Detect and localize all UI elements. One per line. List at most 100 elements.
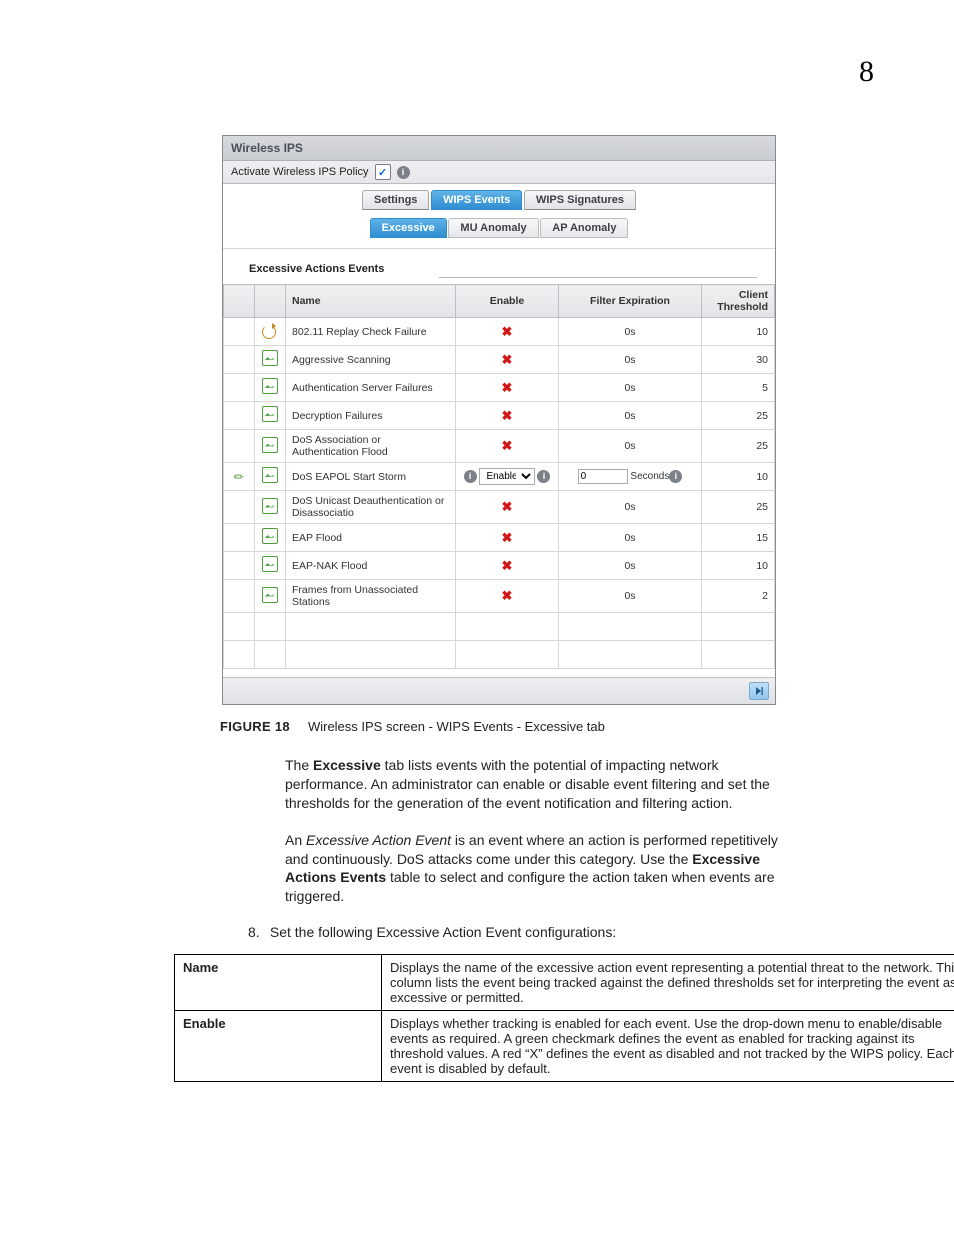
figure-label: FIGURE 18: [220, 719, 290, 734]
row-icon-cell: [255, 491, 286, 524]
chart-icon: [262, 556, 278, 572]
col-filter[interactable]: Filter Expiration: [559, 285, 702, 318]
filter-cell: 0s: [559, 346, 702, 374]
subtab-ap-anomaly[interactable]: AP Anomaly: [540, 218, 628, 238]
col-icon: [255, 285, 286, 318]
activate-label: Activate Wireless IPS Policy: [231, 166, 369, 178]
tab-wips-events[interactable]: WIPS Events: [431, 190, 522, 210]
row-edit-cell: [224, 491, 255, 524]
row-edit-cell: [224, 580, 255, 613]
enable-cell: ✖: [456, 552, 559, 580]
description-table: Name Displays the name of the excessive …: [174, 954, 954, 1082]
col-enable[interactable]: Enable: [456, 285, 559, 318]
tab-wips-signatures[interactable]: WIPS Signatures: [524, 190, 636, 210]
table-row[interactable]: EAP Flood✖0s15: [224, 524, 775, 552]
chart-icon: [262, 528, 278, 544]
enable-cell: ✖: [456, 580, 559, 613]
info-icon[interactable]: i: [397, 166, 410, 179]
wireless-ips-screenshot: Wireless IPS Activate Wireless IPS Polic…: [222, 135, 776, 705]
col-client-threshold[interactable]: Client Threshold: [702, 285, 775, 318]
row-edit-cell: [224, 402, 255, 430]
disabled-x-icon: ✖: [502, 324, 513, 339]
chapter-number: 8: [859, 55, 874, 89]
pencil-icon[interactable]: ✎: [230, 468, 247, 485]
chart-icon: [262, 406, 278, 422]
chart-icon: [262, 350, 278, 366]
filter-cell: 0s: [559, 402, 702, 430]
enable-select[interactable]: Enabled: [479, 468, 535, 485]
event-name: Frames from Unassociated Stations: [286, 580, 456, 613]
next-page-button[interactable]: [749, 682, 769, 700]
row-icon-cell: [255, 524, 286, 552]
subtab-excessive[interactable]: Excessive: [370, 218, 447, 238]
table-row[interactable]: Authentication Server Failures✖0s5: [224, 374, 775, 402]
row-edit-cell: [224, 524, 255, 552]
desc-row-name: Name Displays the name of the excessive …: [175, 955, 954, 1011]
row-edit-cell: [224, 374, 255, 402]
table-row[interactable]: Decryption Failures✖0s25: [224, 402, 775, 430]
row-edit-cell: [224, 552, 255, 580]
row-icon-cell: [255, 463, 286, 491]
event-name: 802.11 Replay Check Failure: [286, 318, 456, 346]
table-row-empty: [224, 613, 775, 641]
enable-cell: ✖: [456, 491, 559, 524]
row-icon-cell: [255, 580, 286, 613]
client-threshold-cell: 2: [702, 580, 775, 613]
table-row[interactable]: ✎DoS EAPOL Start Stormi Enabledi Seconds…: [224, 463, 775, 491]
table-row-empty: [224, 641, 775, 669]
disabled-x-icon: ✖: [502, 588, 513, 603]
info-icon[interactable]: i: [669, 470, 682, 483]
event-name: Decryption Failures: [286, 402, 456, 430]
info-icon[interactable]: i: [464, 470, 477, 483]
subtab-mu-anomaly[interactable]: MU Anomaly: [448, 218, 538, 238]
filter-input[interactable]: [578, 469, 628, 484]
info-icon[interactable]: i: [537, 470, 550, 483]
replay-icon: [262, 323, 278, 337]
chart-icon: [262, 587, 278, 603]
primary-tabs: Settings WIPS Events WIPS Signatures: [223, 184, 775, 210]
col-name[interactable]: Name: [286, 285, 456, 318]
figure-caption-text: Wireless IPS screen - WIPS Events - Exce…: [308, 719, 605, 734]
enable-cell[interactable]: i Enabledi: [456, 463, 559, 491]
event-name: DoS Unicast Deauthentication or Disassoc…: [286, 491, 456, 524]
table-row[interactable]: EAP-NAK Flood✖0s10: [224, 552, 775, 580]
table-row[interactable]: 802.11 Replay Check Failure✖0s10: [224, 318, 775, 346]
chart-icon: [262, 498, 278, 514]
activate-row: Activate Wireless IPS Policy ✓ i: [223, 161, 775, 184]
section-heading: Excessive Actions Events: [223, 249, 775, 280]
panel-title: Wireless IPS: [223, 136, 775, 161]
table-row[interactable]: Aggressive Scanning✖0s30: [224, 346, 775, 374]
filter-cell: 0s: [559, 580, 702, 613]
disabled-x-icon: ✖: [502, 408, 513, 423]
paragraph-1: The Excessive tab lists events with the …: [285, 756, 784, 813]
chart-icon: [262, 467, 278, 483]
filter-cell: 0s: [559, 430, 702, 463]
client-threshold-cell: 5: [702, 374, 775, 402]
tab-settings[interactable]: Settings: [362, 190, 429, 210]
table-row[interactable]: DoS Unicast Deauthentication or Disassoc…: [224, 491, 775, 524]
activate-checkbox[interactable]: ✓: [375, 164, 391, 180]
disabled-x-icon: ✖: [502, 530, 513, 545]
row-icon-cell: [255, 346, 286, 374]
disabled-x-icon: ✖: [502, 499, 513, 514]
disabled-x-icon: ✖: [502, 438, 513, 453]
filter-cell: 0s: [559, 552, 702, 580]
client-threshold-cell: 15: [702, 524, 775, 552]
filter-unit: Seconds: [628, 471, 670, 482]
secondary-tabs: Excessive MU Anomaly AP Anomaly: [223, 210, 775, 249]
event-name: Authentication Server Failures: [286, 374, 456, 402]
table-row[interactable]: Frames from Unassociated Stations ✖ 0s2: [224, 580, 775, 613]
enable-cell: ✖: [456, 318, 559, 346]
disabled-x-icon: ✖: [502, 558, 513, 573]
disabled-x-icon: ✖: [502, 352, 513, 367]
filter-cell[interactable]: Secondsi: [559, 463, 702, 491]
enable-cell: ✖: [456, 374, 559, 402]
table-row[interactable]: DoS Association or Authentication Flood✖…: [224, 430, 775, 463]
event-name: DoS EAPOL Start Storm: [286, 463, 456, 491]
enable-cell: ✖: [456, 524, 559, 552]
figure-caption: FIGURE 18 Wireless IPS screen - WIPS Eve…: [220, 719, 874, 734]
chart-icon: [262, 378, 278, 394]
filter-cell: 0s: [559, 374, 702, 402]
filter-cell: 0s: [559, 524, 702, 552]
client-threshold-cell: 10: [702, 318, 775, 346]
